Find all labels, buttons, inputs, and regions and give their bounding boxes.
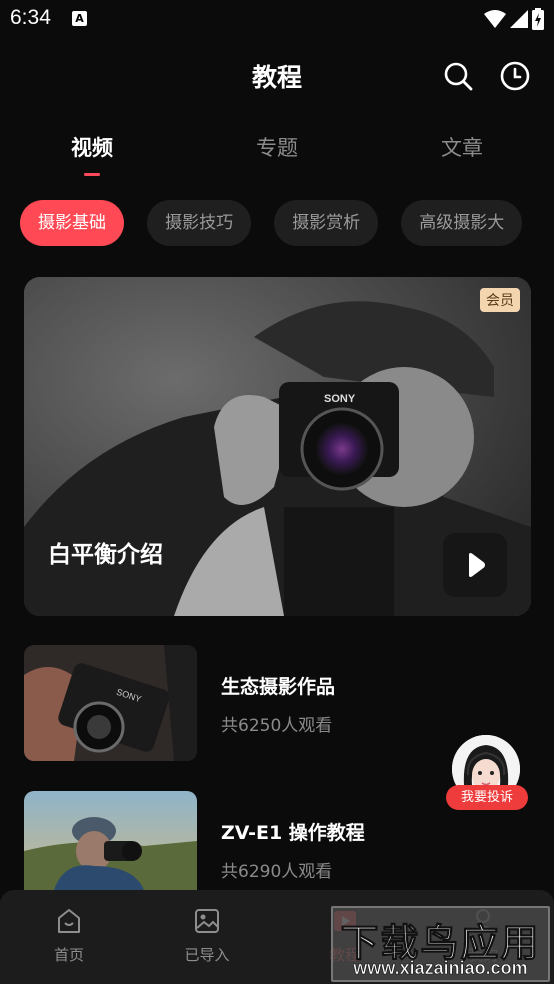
- active-tab-indicator: [84, 173, 100, 176]
- tab-articles[interactable]: 文章: [402, 132, 522, 162]
- notification-icon: A: [72, 11, 87, 26]
- status-icons: [484, 8, 544, 30]
- nav-home[interactable]: 首页: [14, 906, 124, 965]
- play-button[interactable]: [443, 533, 507, 597]
- status-bar: 6:34 A: [0, 0, 554, 40]
- watermark-url: www.xiazainiao.com: [353, 958, 528, 979]
- video-thumbnail: SONY: [24, 645, 197, 761]
- clock-icon: [500, 61, 530, 91]
- tab-topics[interactable]: 专题: [217, 132, 337, 162]
- search-icon: [444, 62, 473, 91]
- chip-photo-basics[interactable]: 摄影基础: [20, 200, 124, 246]
- tab-bar: 视频 专题 文章: [0, 132, 554, 182]
- battery-icon: [532, 8, 544, 30]
- nav-imported[interactable]: 已导入: [152, 906, 262, 965]
- play-icon: [469, 553, 485, 577]
- video-thumbnail-image: SONY: [24, 645, 197, 761]
- video-thumbnail: [24, 791, 197, 890]
- featured-video-card[interactable]: SONY 会员 白平衡介绍: [24, 277, 531, 616]
- wifi-icon: [484, 10, 506, 28]
- featured-video-title: 白平衡介绍: [48, 542, 163, 568]
- image-icon: [195, 909, 219, 933]
- search-button[interactable]: [442, 60, 474, 92]
- history-button[interactable]: [499, 60, 531, 92]
- vip-badge: 会员: [480, 288, 520, 312]
- nav-imported-label: 已导入: [184, 946, 230, 964]
- video-title: ZV-E1 操作教程: [221, 822, 365, 844]
- camera-brand-text: SONY: [324, 393, 356, 405]
- nav-home-label: 首页: [53, 946, 84, 964]
- category-chips: 摄影基础 摄影技巧 摄影赏析 高级摄影大: [20, 200, 554, 246]
- status-time: 6:34: [10, 6, 51, 29]
- video-title: 生态摄影作品: [221, 676, 336, 698]
- watermark: 下载鸟应用 www.xiazainiao.com: [331, 906, 550, 982]
- view-count: 共6250人观看: [221, 716, 333, 736]
- chip-photo-skills[interactable]: 摄影技巧: [147, 200, 252, 246]
- video-thumbnail-image: [24, 791, 197, 890]
- complaint-button[interactable]: 我要投诉: [446, 735, 530, 811]
- tab-video[interactable]: 视频: [32, 132, 152, 162]
- complaint-label: 我要投诉: [446, 785, 528, 810]
- signal-icon: [510, 10, 528, 28]
- chip-photo-appreciation[interactable]: 摄影赏析: [274, 200, 379, 246]
- home-icon: [58, 909, 80, 933]
- view-count: 共6290人观看: [221, 862, 333, 882]
- chip-advanced-photo[interactable]: 高级摄影大: [401, 200, 523, 246]
